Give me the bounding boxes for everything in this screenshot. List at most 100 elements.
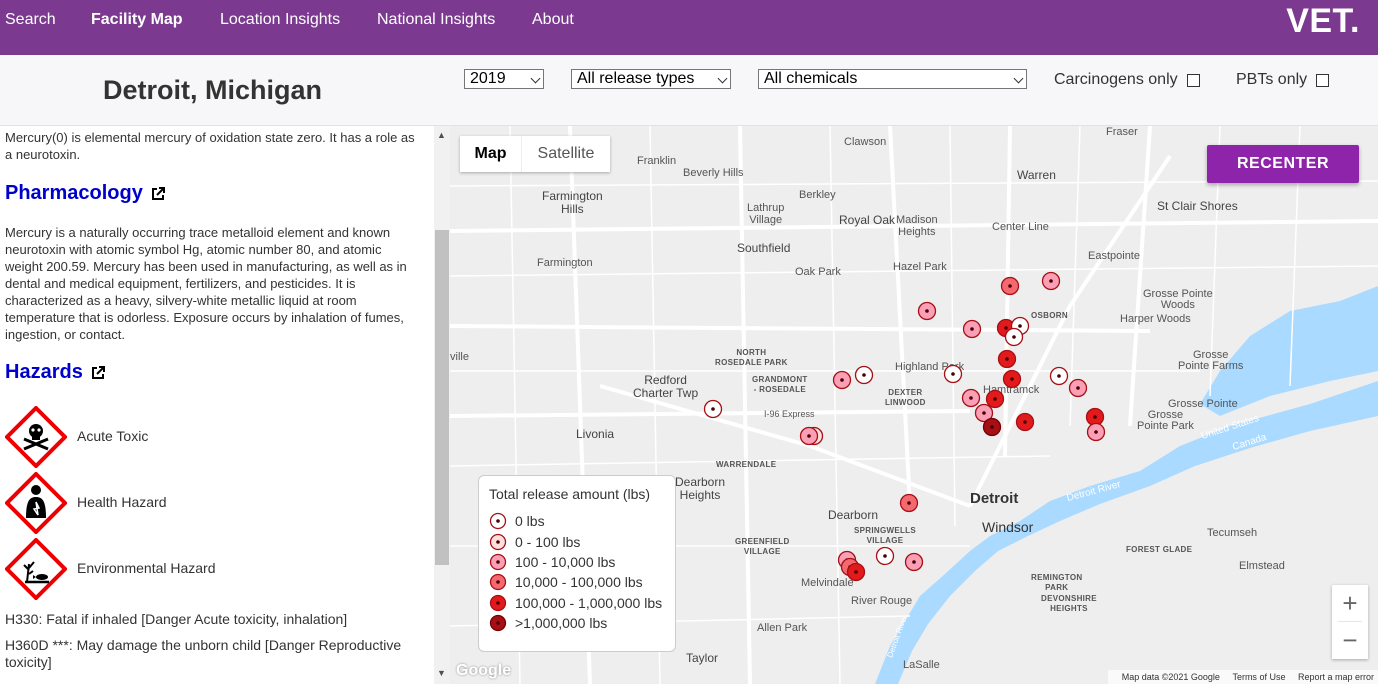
release-type-value: All release types <box>577 70 695 87</box>
facility-marker[interactable] <box>962 319 982 339</box>
legend-swatch <box>489 573 507 591</box>
chemical-info-panel: Mercury(0) is elemental mercury of oxida… <box>0 126 450 684</box>
legend-swatch <box>489 614 507 632</box>
scroll-up-icon[interactable]: ▲ <box>437 130 446 140</box>
pharmacology-title[interactable]: Pharmacology <box>5 182 143 204</box>
hazard-label: Acute Toxic <box>77 428 149 444</box>
top-navigation: Search Facility Map Location Insights Na… <box>0 0 1378 55</box>
legend-swatch <box>489 533 507 551</box>
skull-crossbones-icon <box>5 406 67 468</box>
pharmacology-heading[interactable]: Pharmacology <box>5 182 165 205</box>
terms-link[interactable]: Terms of Use <box>1232 672 1285 682</box>
hazard-acute-toxic: Acute Toxic <box>5 406 305 468</box>
nav-about[interactable]: About <box>532 11 574 29</box>
report-error-link[interactable]: Report a map error <box>1298 672 1374 682</box>
legend-label: 100,000 - 1,000,000 lbs <box>515 595 663 611</box>
facility-marker[interactable] <box>982 417 1002 437</box>
hazard-statement: H360D ***: May damage the unborn child [… <box>5 637 402 670</box>
facility-map[interactable]: Fraser Clawson Franklin Beverly Hills Wa… <box>450 126 1378 684</box>
zoom-in-button[interactable]: + <box>1332 585 1368 621</box>
recenter-button[interactable]: RECENTER <box>1207 145 1359 183</box>
chevron-down-icon <box>1013 73 1024 84</box>
legend-swatch <box>489 553 507 571</box>
facility-marker[interactable] <box>846 562 866 582</box>
map-legend: Total release amount (lbs) 0 lbs 0 - 100… <box>478 475 676 652</box>
pbts-checkbox[interactable] <box>1316 74 1329 87</box>
legend-item: 100 - 10,000 lbs <box>489 553 674 571</box>
environment-icon <box>5 538 67 600</box>
filter-header: Detroit, Michigan 2019 All release types… <box>0 55 1378 126</box>
legend-swatch <box>489 512 507 530</box>
google-logo: Google <box>456 662 512 679</box>
release-type-select[interactable]: All release types <box>571 69 731 89</box>
chemical-select[interactable]: All chemicals <box>758 69 1027 89</box>
map-type-satellite-button[interactable]: Satellite <box>521 136 610 172</box>
facility-marker[interactable] <box>1004 327 1024 347</box>
brand-logo[interactable]: VET. <box>1286 2 1360 41</box>
facility-marker[interactable] <box>832 370 852 390</box>
panel-scrollbar[interactable]: ▲ ▼ <box>434 126 450 684</box>
pharmacology-text: Mercury is a naturally occurring trace m… <box>5 225 407 342</box>
chemical-value: All chemicals <box>764 70 858 87</box>
nav-search[interactable]: Search <box>5 11 56 29</box>
zoom-out-button[interactable]: − <box>1332 622 1368 658</box>
nav-national-insights[interactable]: National Insights <box>377 11 495 29</box>
hazard-statement: H330: Fatal if inhaled [Danger Acute tox… <box>5 611 348 627</box>
facility-marker[interactable] <box>961 388 981 408</box>
map-attribution: Map data ©2021 Google Terms of Use Repor… <box>1107 670 1378 684</box>
year-select-value: 2019 <box>470 70 506 87</box>
facility-marker[interactable] <box>854 365 874 385</box>
map-type-map-button[interactable]: Map <box>460 136 521 172</box>
scroll-down-icon[interactable]: ▼ <box>437 668 446 678</box>
nav-location-insights[interactable]: Location Insights <box>220 11 340 29</box>
scroll-thumb[interactable] <box>435 230 449 565</box>
facility-marker[interactable] <box>1015 412 1035 432</box>
hazard-label: Health Hazard <box>77 494 167 510</box>
facility-marker[interactable] <box>943 364 963 384</box>
hazards-heading[interactable]: Hazards <box>5 361 105 384</box>
hazards-title[interactable]: Hazards <box>5 361 83 383</box>
facility-marker[interactable] <box>917 301 937 321</box>
facility-marker[interactable] <box>1068 378 1088 398</box>
legend-item: 10,000 - 100,000 lbs <box>489 573 674 591</box>
facility-marker[interactable] <box>904 552 924 572</box>
intro-text: Mercury(0) is elemental mercury of oxida… <box>5 130 415 162</box>
legend-item: 0 lbs <box>489 512 674 530</box>
legend-label: 0 - 100 lbs <box>515 534 581 550</box>
legend-swatch <box>489 594 507 612</box>
zoom-control: + − <box>1332 585 1368 659</box>
facility-marker[interactable] <box>1086 422 1106 442</box>
chevron-down-icon <box>530 73 541 84</box>
facility-marker[interactable] <box>703 399 723 419</box>
facility-marker[interactable] <box>1049 366 1069 386</box>
facility-marker[interactable] <box>799 426 819 446</box>
external-link-icon[interactable] <box>151 186 165 201</box>
year-select[interactable]: 2019 <box>464 69 544 89</box>
legend-label: 10,000 - 100,000 lbs <box>515 574 643 590</box>
facility-marker[interactable] <box>1041 271 1061 291</box>
legend-item: 100,000 - 1,000,000 lbs <box>489 594 674 612</box>
carcinogens-checkbox[interactable] <box>1187 74 1200 87</box>
facility-marker[interactable] <box>985 389 1005 409</box>
hazard-label: Environmental Hazard <box>77 560 216 576</box>
hazard-health: Health Hazard <box>5 472 305 534</box>
facility-marker[interactable] <box>1000 276 1020 296</box>
map-type-control: Map Satellite <box>460 136 610 172</box>
health-hazard-icon <box>5 472 67 534</box>
legend-label: >1,000,000 lbs <box>515 615 608 631</box>
legend-title: Total release amount (lbs) <box>489 486 651 502</box>
legend-item: >1,000,000 lbs <box>489 614 674 632</box>
facility-marker[interactable] <box>875 546 895 566</box>
legend-label: 0 lbs <box>515 513 545 529</box>
legend-item: 0 - 100 lbs <box>489 533 674 551</box>
facility-marker[interactable] <box>899 493 919 513</box>
chevron-down-icon <box>717 73 728 84</box>
facility-marker[interactable] <box>997 349 1017 369</box>
page-title: Detroit, Michigan <box>103 75 323 105</box>
facility-marker[interactable] <box>1002 369 1022 389</box>
map-data-credit: Map data ©2021 Google <box>1121 672 1220 682</box>
pbts-label: PBTs only <box>1236 71 1308 88</box>
external-link-icon[interactable] <box>91 365 105 380</box>
hazard-environmental: Environmental Hazard <box>5 538 305 600</box>
nav-facility-map[interactable]: Facility Map <box>91 11 183 29</box>
